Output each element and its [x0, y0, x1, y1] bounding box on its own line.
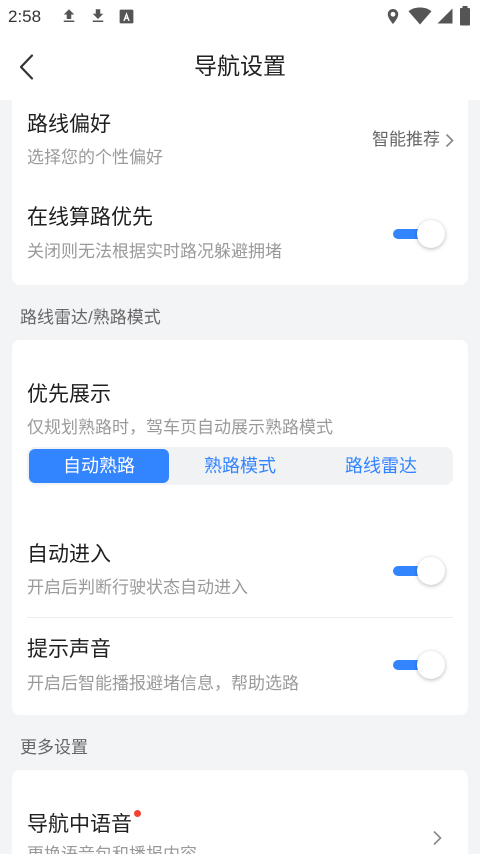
signal-icon	[436, 7, 454, 25]
auto-enter-toggle[interactable]	[391, 556, 447, 586]
prompt-sound-subtitle: 开启后智能播报避堵信息，帮助选路	[27, 674, 299, 693]
auto-enter-title: 自动进入	[27, 543, 111, 566]
battery-icon	[459, 6, 471, 26]
route-preference-subtitle: 选择您的个性偏好	[27, 148, 163, 167]
toggle-knob	[417, 557, 445, 585]
auto-enter-subtitle: 开启后判断行驶状态自动进入	[27, 578, 248, 597]
status-bar: 2:58	[0, 0, 480, 33]
wifi-icon	[408, 7, 432, 25]
location-icon	[384, 7, 402, 26]
route-preference-value: 智能推荐	[372, 130, 440, 149]
online-routing-subtitle: 关闭则无法根据实时路况躲避拥堵	[27, 242, 282, 261]
auto-enter-row: 自动进入 开启后判断行驶状态自动进入	[12, 510, 468, 617]
a-box-icon	[119, 9, 134, 24]
chevron-right-icon	[445, 133, 454, 148]
more-settings-card: 导航中语音 更换语音包和播报内容	[12, 770, 468, 854]
priority-display-title: 优先展示	[27, 383, 111, 406]
section-label-more: 更多设置	[20, 738, 88, 757]
priority-segmented-control: 自动熟路 熟路模式 路线雷达	[27, 447, 453, 485]
status-time: 2:58	[8, 7, 42, 26]
nav-voice-title: 导航中语音	[27, 813, 132, 836]
priority-display-subtitle: 仅规划熟路时，驾车页自动展示熟路模式	[27, 418, 333, 437]
segment-route-radar[interactable]: 路线雷达	[311, 449, 451, 483]
priority-display-row: 优先展示 仅规划熟路时，驾车页自动展示熟路模式 自动熟路 熟路模式 路线雷达	[12, 340, 468, 510]
route-preference-row[interactable]: 路线偏好 选择您的个性偏好 智能推荐	[12, 100, 468, 190]
prompt-sound-toggle[interactable]	[391, 650, 447, 680]
route-preference-title: 路线偏好	[27, 113, 111, 136]
segment-familiar-mode[interactable]: 熟路模式	[170, 449, 310, 483]
online-routing-row: 在线算路优先 关闭则无法根据实时路况躲避拥堵	[12, 190, 468, 285]
chevron-right-icon	[432, 830, 442, 846]
toggle-knob	[417, 651, 445, 679]
prompt-sound-row: 提示声音 开启后智能播报避堵信息，帮助选路	[12, 618, 468, 715]
radar-settings-card: 优先展示 仅规划熟路时，驾车页自动展示熟路模式 自动熟路 熟路模式 路线雷达 自…	[12, 340, 468, 715]
online-routing-title: 在线算路优先	[27, 206, 153, 229]
nav-voice-subtitle: 更换语音包和播报内容	[27, 844, 197, 854]
toggle-knob	[417, 220, 445, 248]
segment-auto-familiar[interactable]: 自动熟路	[29, 449, 169, 483]
page-title: 导航设置	[194, 53, 286, 79]
online-routing-toggle[interactable]	[391, 219, 447, 249]
upload-icon	[60, 7, 78, 25]
header: 导航设置	[0, 33, 480, 100]
new-badge-dot	[134, 810, 141, 817]
nav-voice-row[interactable]: 导航中语音 更换语音包和播报内容	[12, 770, 468, 854]
section-label-radar: 路线雷达/熟路模式	[20, 308, 161, 327]
download-icon	[89, 7, 107, 25]
prompt-sound-title: 提示声音	[27, 638, 111, 661]
route-settings-card: 路线偏好 选择您的个性偏好 智能推荐 在线算路优先 关闭则无法根据实时路况躲避拥…	[12, 100, 468, 285]
